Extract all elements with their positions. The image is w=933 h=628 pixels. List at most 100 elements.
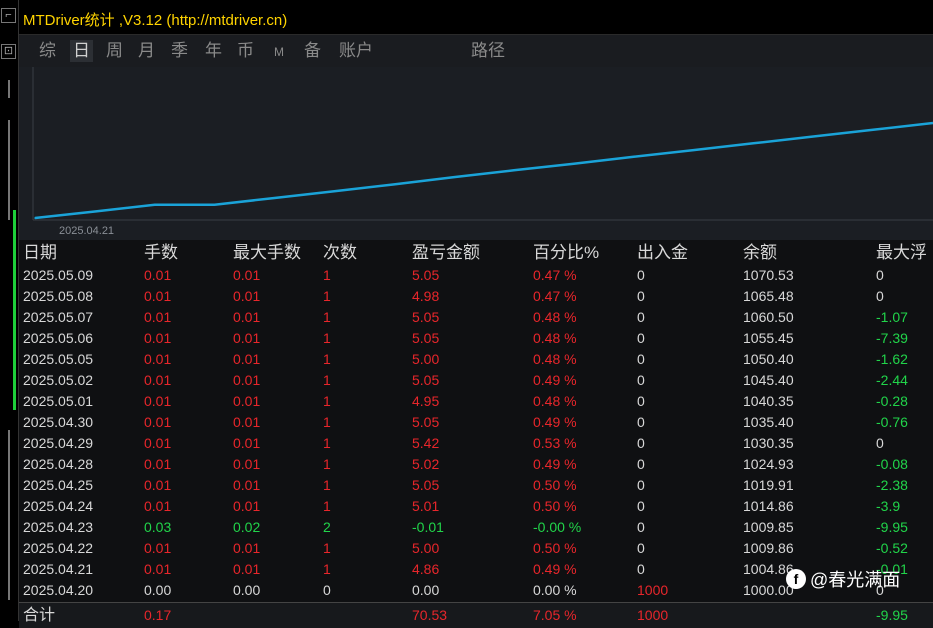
balance-line-chart: 2025.04.21 [32,67,933,237]
table-cell: 0.49 % [533,414,577,430]
table-cell: -0.76 [876,414,908,430]
table-cell: 2025.05.06 [23,330,94,346]
watermark-logo-icon: f [786,569,806,589]
table-cell: 1009.86 [743,540,794,556]
table-row[interactable]: 2025.05.06 0.01 0.01 1 5.05 0.48 % 0 1055.45 -7.… [19,328,933,349]
table-cell: 2025.05.01 [23,393,94,409]
column-header[interactable]: 最大浮 [876,240,927,266]
table-cell: 1019.91 [743,477,794,493]
column-header[interactable]: 手数 [144,240,178,266]
table-cell: 0.01 [233,414,261,430]
table-row[interactable]: 2025.05.07 0.01 0.01 1 5.05 0.48 % 0 1060.50 -1.… [19,307,933,328]
table-cell: 2025.05.02 [23,372,94,388]
table-cell: 2025.05.09 [23,267,94,283]
table-row[interactable]: 2025.04.22 0.01 0.01 1 5.00 0.50 % 0 1009.86 -0.… [19,538,933,559]
table-cell: 0 [637,414,645,430]
column-header[interactable]: 次数 [323,240,357,266]
green-level-bar [13,210,16,410]
tab-currency[interactable]: 币 [237,40,254,62]
table-cell: 1 [323,540,331,556]
strip-divider [8,120,10,220]
tab-yearly[interactable]: 年 [205,40,222,62]
balance-point [692,149,695,151]
tab-m[interactable]: M [274,41,284,63]
table-cell: 0.00 [144,582,172,598]
tab-monthly[interactable]: 月 [138,40,155,62]
table-cell: 0.03 [144,519,172,535]
table-cell: 5.05 [412,477,440,493]
tab-quarterly[interactable]: 季 [171,40,188,62]
column-header[interactable]: 盈亏金额 [412,240,480,266]
table-cell: 0 [637,540,645,556]
table-cell: 0.01 [144,309,172,325]
table-cell: 1060.50 [743,309,794,325]
table-cell: 0.01 [233,372,261,388]
balance-point [34,217,36,219]
table-cell: 0 [637,351,645,367]
table-cell: 0 [637,435,645,451]
tab-path[interactable]: 路径 [471,40,505,62]
balance-chart: 2025.04.21 [19,67,933,240]
table-row[interactable]: 2025.05.02 0.01 0.01 1 5.05 0.49 % 0 1045.40 -2.… [19,370,933,391]
table-row[interactable]: 2025.05.08 0.01 0.01 1 4.98 0.47 % 0 1065.48 0 [19,286,933,307]
table-row[interactable]: 2025.05.01 0.01 0.01 1 4.95 0.48 % 0 1040.35 -0.… [19,391,933,412]
table-cell: 0 [637,330,645,346]
table-row[interactable]: 2025.04.25 0.01 0.01 1 5.05 0.50 % 0 1019.91 -2.… [19,475,933,496]
column-header[interactable]: 日期 [23,240,57,266]
table-cell: 5.05 [412,372,440,388]
table-cell: 0.01 [144,456,172,472]
table-cell: 0.01 [144,540,172,556]
tab-notes[interactable]: 备 [304,40,321,62]
table-cell: 1 [323,351,331,367]
table-cell: 1 [323,456,331,472]
table-row[interactable]: 2025.04.23 0.03 0.02 2 -0.01 -0.00 % 0 1009.85 -… [19,517,933,538]
panel-toggle-icon[interactable]: ⌐ [1,8,16,23]
table-cell: 0.49 % [533,456,577,472]
table-cell: 0 [876,435,884,451]
table-cell: 2025.04.24 [23,498,94,514]
table-cell: 2025.04.20 [23,582,94,598]
table-cell: 1 [323,267,331,283]
tab-account[interactable]: 账户 [339,40,373,62]
column-header[interactable]: 百分比% [533,240,599,266]
table-cell: 5.01 [412,498,440,514]
table-cell: 0.01 [233,498,261,514]
table-cell: 0 [637,498,645,514]
total-cell: 0.17 [144,607,172,623]
strip-divider [8,80,10,98]
window-mode-icon[interactable]: ⊡ [1,44,16,59]
table-cell: 0.01 [144,414,172,430]
column-header[interactable]: 余额 [743,240,777,266]
balance-point [453,176,455,178]
table-cell: 0.01 [233,477,261,493]
table-cell: 0 [637,393,645,409]
table-cell: 1045.40 [743,372,794,388]
table-cell: -3.9 [876,498,901,514]
table-row[interactable]: 2025.05.05 0.01 0.01 1 5.00 0.48 % 0 1050.40 -1.… [19,349,933,370]
table-row[interactable]: 2025.05.09 0.01 0.01 1 5.05 0.47 % 0 1070.53 0 [19,265,933,286]
table-cell: 0.01 [144,267,172,283]
table-row[interactable]: 2025.04.30 0.01 0.01 1 5.05 0.49 % 0 1035.40 -0.… [19,412,933,433]
tab-overview[interactable]: 综 [39,40,56,62]
tab-daily[interactable]: 日 [70,40,93,62]
table-cell: 0.01 [233,309,261,325]
tab-weekly[interactable]: 周 [106,40,123,62]
table-cell: 0.01 [233,267,261,283]
total-cell: 合计 [23,607,56,624]
balance-point [573,162,575,165]
table-cell: 0.01 [144,330,172,346]
balance-point [273,197,276,199]
table-cell: -0.08 [876,456,908,472]
table-cell: 0 [876,288,884,304]
table-cell: -1.62 [876,351,908,367]
total-cell: 7.05 % [533,607,577,623]
chart-start-date-label: 2025.04.21 [59,225,114,237]
table-cell: 1065.48 [743,288,794,304]
balance-series-line [34,121,933,220]
table-row[interactable]: 2025.04.28 0.01 0.01 1 5.02 0.49 % 0 1024.93 -0.… [19,454,933,475]
table-row[interactable]: 2025.04.24 0.01 0.01 1 5.01 0.50 % 0 1014.86 -3.… [19,496,933,517]
total-cell: 70.53 [412,607,448,623]
column-header[interactable]: 最大手数 [233,240,301,266]
column-header[interactable]: 出入金 [637,240,688,266]
table-row[interactable]: 2025.04.29 0.01 0.01 1 5.42 0.53 % 0 1030.35 0 [19,433,933,454]
